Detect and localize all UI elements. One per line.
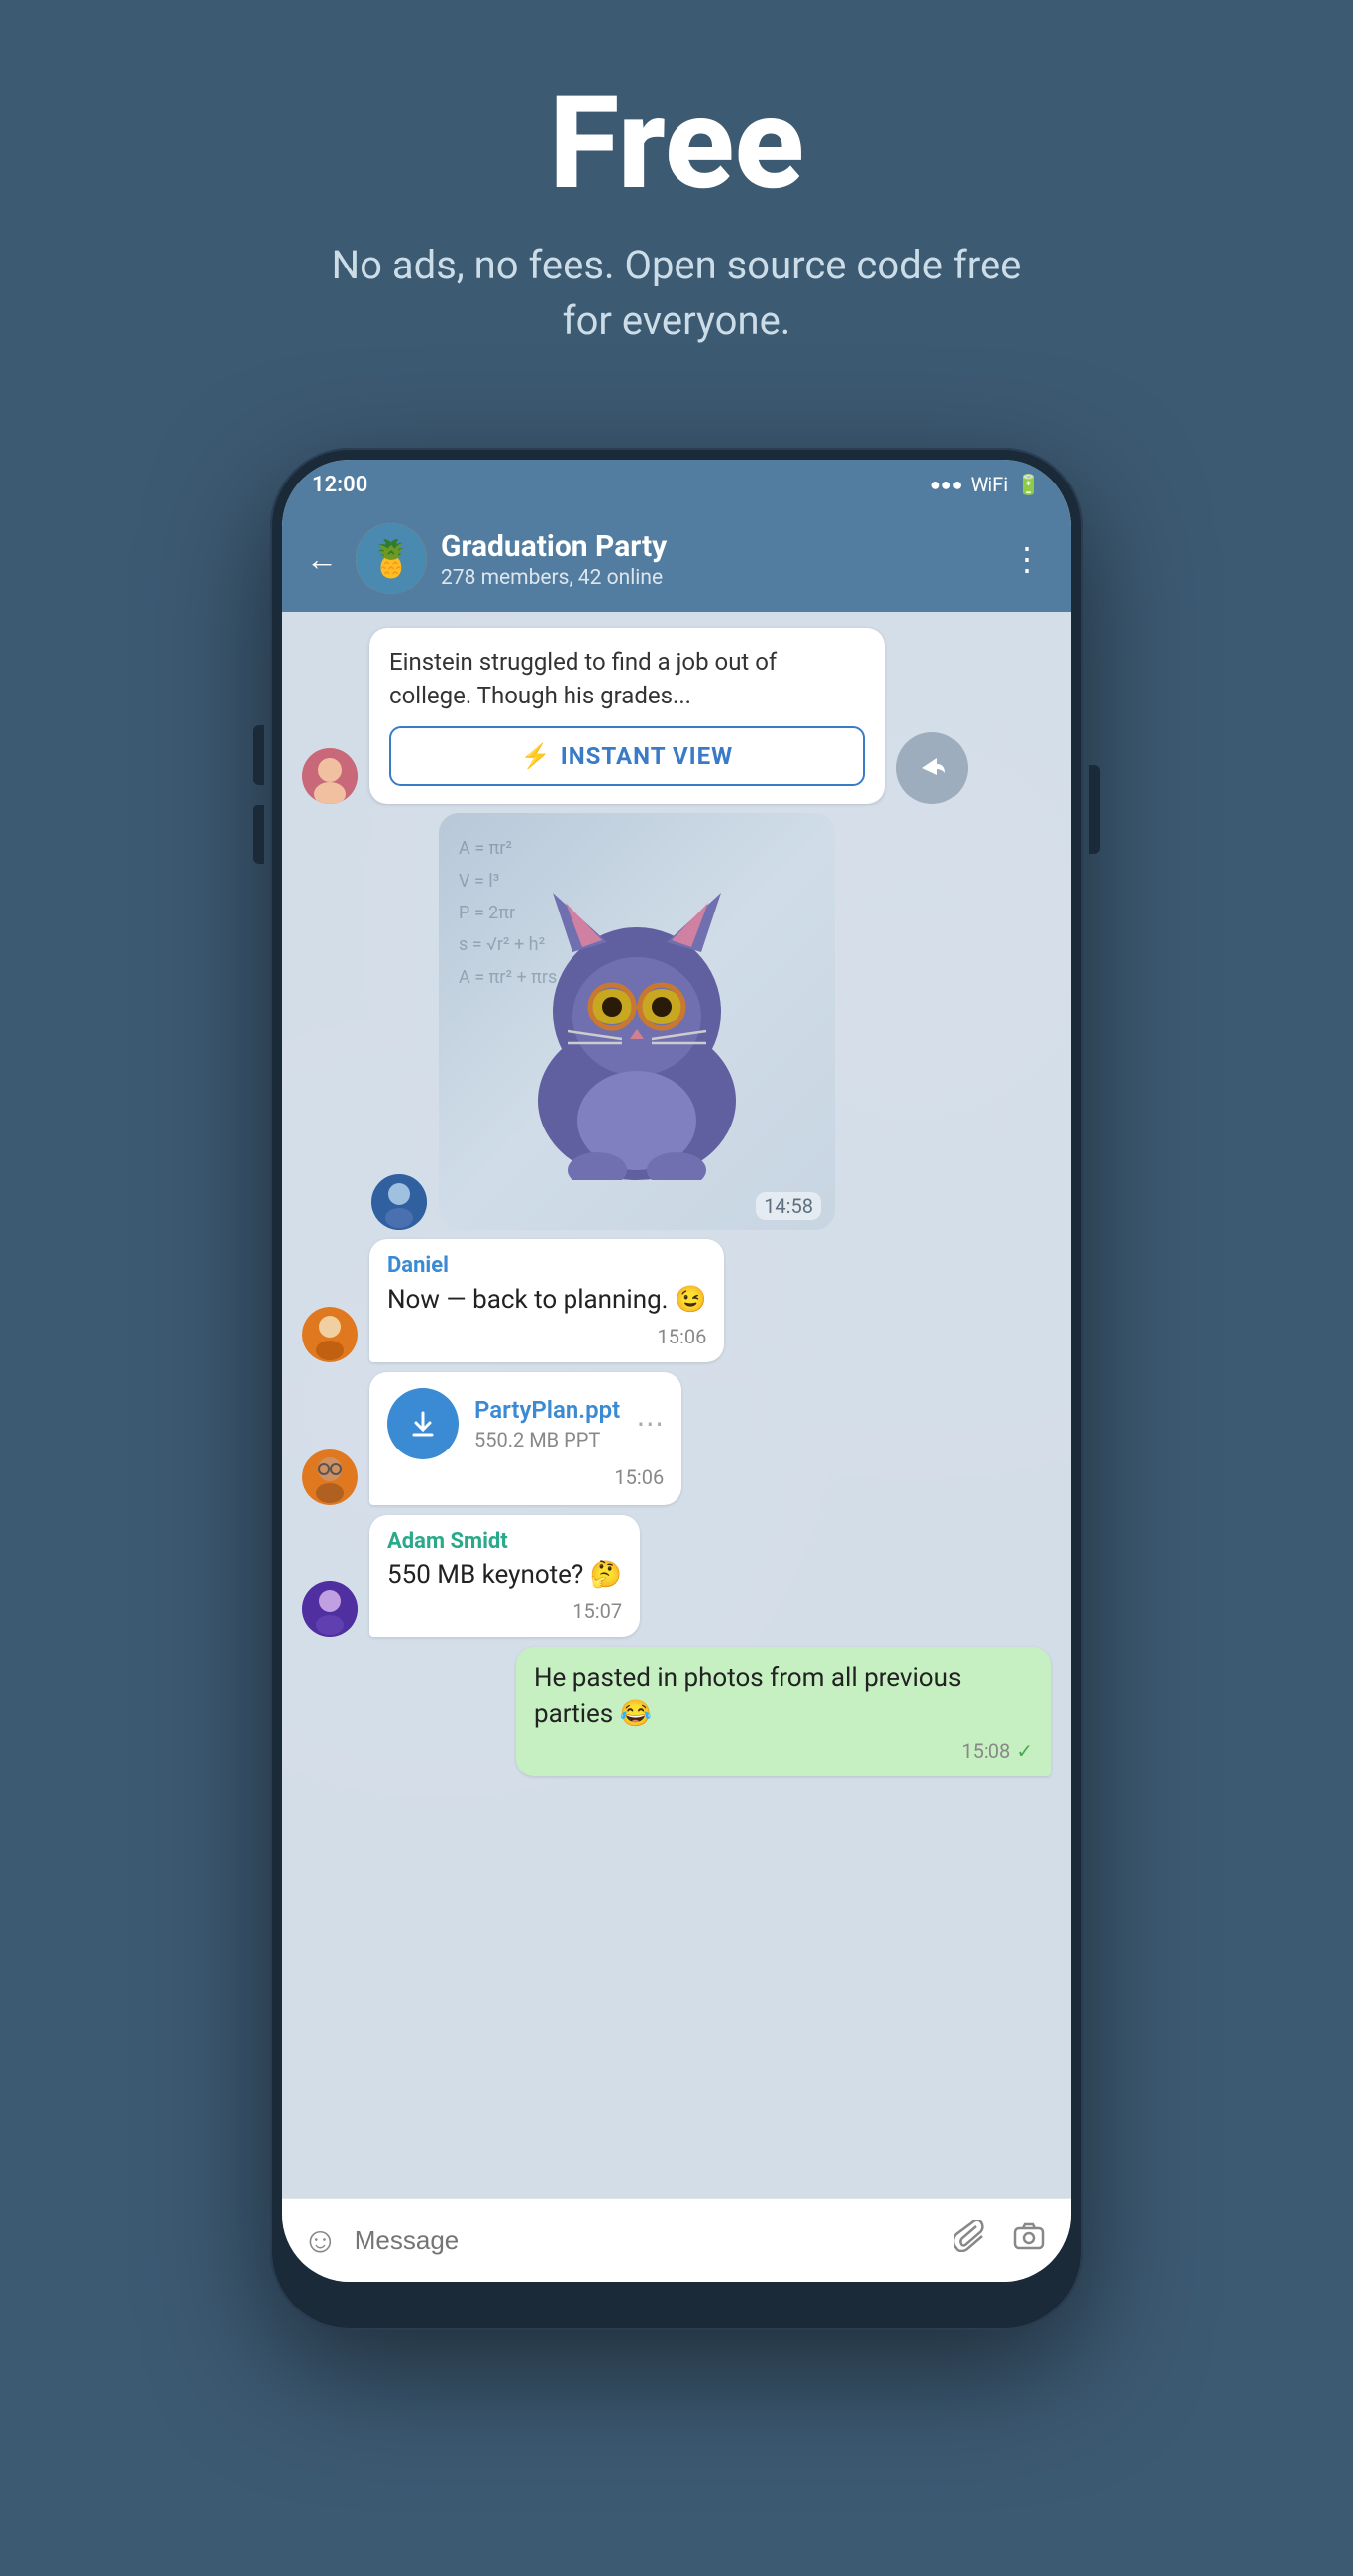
- message-row: PartyPlan.ppt 550.2 MB PPT ⋯ 15:06: [302, 1372, 1051, 1505]
- sender-name: Adam Smidt: [387, 1529, 622, 1554]
- article-preview-text: Einstein struggled to find a job out of …: [389, 646, 865, 712]
- avatar: [302, 1581, 358, 1637]
- more-options-button[interactable]: ⋮: [1003, 532, 1051, 586]
- phone-container: 12:00 ●●● WiFi 🔋 ← 🍍: [270, 448, 1083, 2330]
- message-row-outgoing: He pasted in photos from all previous pa…: [302, 1647, 1051, 1776]
- message-bubble: Daniel Now — back to planning. 😉 15:06: [369, 1239, 724, 1361]
- svg-text:🍍: 🍍: [369, 538, 414, 580]
- read-checkmark: ✓: [1016, 1739, 1033, 1763]
- sticker-background: A = πr² V = l³ P = 2πr s = √r² + h² A = …: [439, 813, 835, 1230]
- volume-down-button: [253, 805, 264, 864]
- hero-subtitle: No ads, no fees. Open source code free f…: [330, 238, 1023, 349]
- message-bubble-outgoing: He pasted in photos from all previous pa…: [516, 1647, 1051, 1776]
- phone-shell: 12:00 ●●● WiFi 🔋 ← 🍍: [270, 448, 1083, 2330]
- file-name: PartyPlan.ppt: [474, 1396, 620, 1424]
- emoji-button[interactable]: ☺: [302, 2219, 339, 2261]
- signal-icon: ●●●: [930, 475, 963, 495]
- sender-name: Daniel: [387, 1253, 706, 1278]
- group-avatar-icon: 🍍: [356, 523, 427, 594]
- message-bubble: Adam Smidt 550 MB keynote? 🤔 15:07: [369, 1515, 640, 1637]
- attach-button[interactable]: [948, 2214, 991, 2266]
- status-icons: ●●● WiFi 🔋: [930, 473, 1041, 496]
- message-footer: 15:07: [387, 1599, 622, 1623]
- message-footer: 15:08 ✓: [534, 1739, 1033, 1763]
- sticker-row: A = πr² V = l³ P = 2πr s = √r² + h² A = …: [302, 813, 1051, 1230]
- message-time: 15:07: [572, 1599, 622, 1623]
- hero-title: Free: [549, 79, 804, 208]
- message-time: 15:08: [961, 1739, 1010, 1763]
- sticker-time: 14:58: [756, 1192, 821, 1220]
- avatar: [302, 748, 358, 804]
- camera-button[interactable]: [1007, 2214, 1051, 2266]
- message-text: He pasted in photos from all previous pa…: [534, 1661, 1033, 1733]
- message-row: Adam Smidt 550 MB keynote? 🤔 15:07: [302, 1515, 1051, 1637]
- power-button: [1089, 765, 1100, 854]
- message-footer: 15:06: [387, 1465, 664, 1489]
- message-text: 550 MB keynote? 🤔: [387, 1557, 622, 1593]
- status-time: 12:00: [312, 473, 367, 497]
- group-name: Graduation Party: [441, 529, 989, 564]
- chat-area: Einstein struggled to find a job out of …: [282, 612, 1071, 2198]
- share-button[interactable]: [896, 732, 968, 804]
- phone-screen: 12:00 ●●● WiFi 🔋 ← 🍍: [282, 460, 1071, 2282]
- file-bubble: PartyPlan.ppt 550.2 MB PPT ⋯ 15:06: [369, 1372, 681, 1505]
- avatar: [302, 1449, 358, 1505]
- group-info: Graduation Party 278 members, 42 online: [441, 529, 989, 590]
- message-time: 15:06: [614, 1465, 664, 1489]
- input-bar: ☺: [282, 2198, 1071, 2282]
- chat-header: ← 🍍 Graduation Party 278 members, 42 onl…: [282, 509, 1071, 612]
- volume-up-button: [253, 725, 264, 785]
- message-time: 15:06: [658, 1325, 707, 1348]
- wifi-icon: WiFi: [971, 473, 1009, 496]
- article-bubble: Einstein struggled to find a job out of …: [369, 628, 885, 804]
- battery-icon: 🔋: [1016, 473, 1041, 496]
- group-members-count: 278 members, 42 online: [441, 566, 989, 590]
- group-avatar: 🍍: [356, 523, 427, 594]
- page-wrapper: Free No ads, no fees. Open source code f…: [0, 0, 1353, 2576]
- back-button[interactable]: ←: [302, 536, 342, 582]
- cat-sticker-icon: [498, 863, 776, 1180]
- file-info: PartyPlan.ppt 550.2 MB PPT: [474, 1396, 620, 1451]
- file-size: 550.2 MB PPT: [474, 1428, 620, 1451]
- download-button[interactable]: [387, 1388, 459, 1459]
- message-row: Daniel Now — back to planning. 😉 15:06: [302, 1239, 1051, 1361]
- avatar: [371, 1174, 427, 1230]
- message-input[interactable]: [355, 2215, 932, 2266]
- message-text: Now — back to planning. 😉: [387, 1282, 706, 1318]
- status-bar: 12:00 ●●● WiFi 🔋: [282, 460, 1071, 509]
- file-row: PartyPlan.ppt 550.2 MB PPT ⋯: [387, 1388, 664, 1459]
- lightning-icon: ⚡: [521, 742, 551, 770]
- sticker-container: A = πr² V = l³ P = 2πr s = √r² + h² A = …: [439, 813, 835, 1230]
- hero-section: Free No ads, no fees. Open source code f…: [0, 0, 1353, 408]
- message-footer: 15:06: [387, 1325, 706, 1348]
- instant-view-label: INSTANT VIEW: [561, 742, 733, 770]
- instant-view-button[interactable]: ⚡ INSTANT VIEW: [389, 726, 865, 786]
- avatar: [302, 1307, 358, 1362]
- file-more-button[interactable]: ⋯: [636, 1407, 664, 1440]
- message-row: Einstein struggled to find a job out of …: [302, 628, 1051, 804]
